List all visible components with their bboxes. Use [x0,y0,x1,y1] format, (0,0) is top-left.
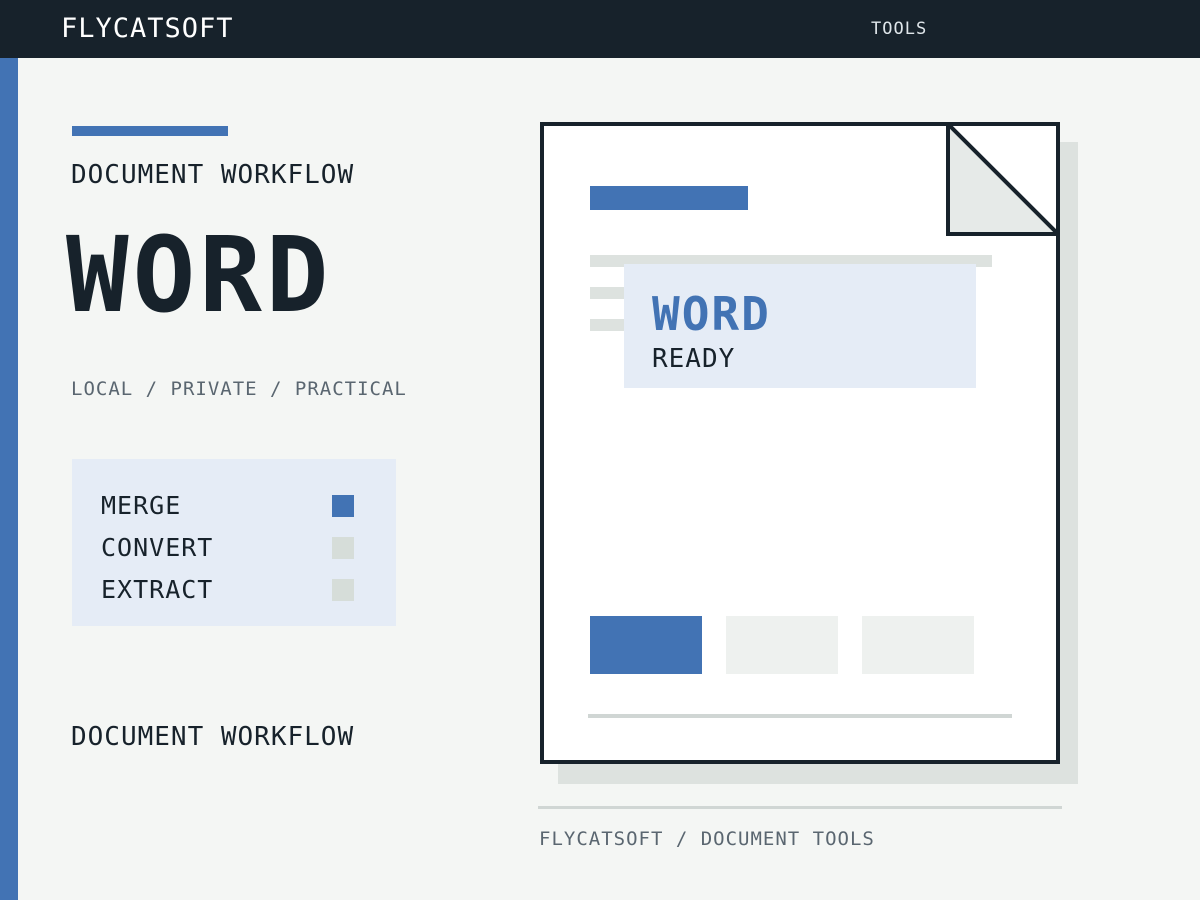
hero-tagline: LOCAL / PRIVATE / PRACTICAL [71,378,407,400]
document-card-title: WORD [652,287,771,341]
document-block [726,616,838,674]
feature-marker-icon [332,537,354,559]
feature-label: EXTRACT [101,575,214,604]
document-status-card: WORD READY [624,264,976,388]
footer-divider [538,806,1062,809]
document-block-active [590,616,702,674]
feature-list: MERGE CONVERT EXTRACT [72,459,396,626]
feature-item-extract[interactable]: EXTRACT [101,575,361,605]
feature-marker-icon [332,579,354,601]
document-block [862,616,974,674]
page-fold-icon [946,122,1060,236]
hero-accent-bar [72,126,228,136]
footer-eyebrow: DOCUMENT WORKFLOW [71,722,355,752]
feature-label: MERGE [101,491,182,520]
document-header-bar [590,186,748,210]
hero-eyebrow: DOCUMENT WORKFLOW [71,160,355,190]
document-card-status: READY [652,344,736,374]
feature-item-convert[interactable]: CONVERT [101,533,361,563]
hero-title: WORD [66,214,333,336]
feature-item-merge[interactable]: MERGE [101,491,361,521]
side-accent-bar [0,58,18,900]
document-rule [588,714,1012,718]
nav-tools-link[interactable]: TOOLS [871,18,927,40]
brand-logo[interactable]: FLYCATSOFT [61,12,234,46]
top-bar: FLYCATSOFT TOOLS [0,0,1200,58]
feature-marker-icon [332,495,354,517]
footer-caption: FLYCATSOFT / DOCUMENT TOOLS [539,828,875,850]
document-illustration: WORD READY [540,122,1060,764]
feature-label: CONVERT [101,533,214,562]
